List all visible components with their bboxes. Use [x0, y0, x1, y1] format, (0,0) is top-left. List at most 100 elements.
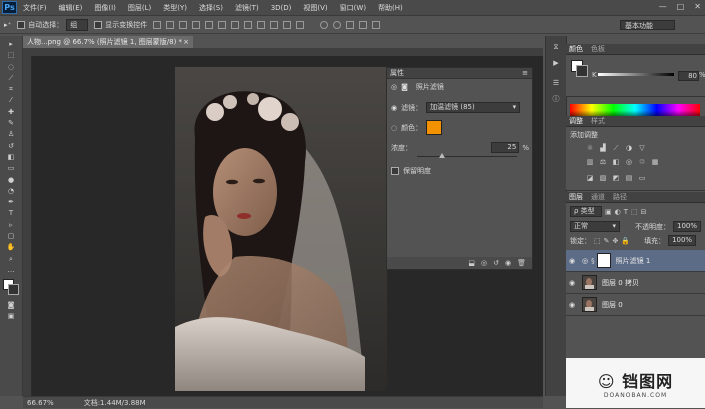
- preserve-luminosity-checkbox[interactable]: [391, 167, 399, 175]
- hand-tool-icon[interactable]: ✋: [4, 243, 18, 252]
- opacity-input[interactable]: 100%: [673, 221, 702, 232]
- channel-mixer-icon[interactable]: ♲: [638, 158, 646, 166]
- exposure-icon[interactable]: ◑: [625, 144, 633, 152]
- move-tool-icon[interactable]: ▸⁺: [4, 21, 11, 29]
- align-hcenter-icon[interactable]: [205, 20, 214, 29]
- menu-3d[interactable]: 3D(D): [265, 4, 298, 12]
- gradient-tool-icon[interactable]: ▭: [4, 164, 18, 173]
- distribute-right-icon[interactable]: [296, 20, 305, 29]
- brightness-icon[interactable]: ☼: [586, 144, 594, 152]
- selective-color-icon[interactable]: ▤: [625, 174, 633, 182]
- color-radio[interactable]: ○: [391, 124, 397, 132]
- blur-tool-icon[interactable]: ●: [4, 176, 18, 185]
- clone-stamp-tool-icon[interactable]: ♙: [4, 130, 18, 139]
- view-previous-icon[interactable]: ◎: [481, 259, 487, 267]
- threshold-icon[interactable]: ◩: [612, 174, 620, 182]
- tab-paths[interactable]: 路径: [613, 192, 627, 202]
- background-color-box[interactable]: [576, 65, 588, 77]
- clip-to-layer-icon[interactable]: ⬓: [468, 259, 475, 267]
- density-slider-thumb[interactable]: [439, 153, 445, 158]
- density-input[interactable]: 25: [491, 142, 520, 153]
- hue-saturation-icon[interactable]: ▥: [586, 158, 594, 166]
- show-transform-control[interactable]: 显示变换控件: [94, 20, 147, 30]
- menu-layer[interactable]: 图层(L): [122, 3, 157, 13]
- workspace-dropdown[interactable]: 基本功能: [620, 20, 675, 30]
- lasso-tool-icon[interactable]: ◌: [4, 63, 18, 72]
- vibrance-icon[interactable]: ▽: [638, 144, 646, 152]
- posterize-icon[interactable]: ▨: [599, 174, 607, 182]
- close-document-icon[interactable]: ×: [183, 36, 189, 48]
- close-button[interactable]: ✕: [694, 2, 701, 11]
- history-brush-tool-icon[interactable]: ↺: [4, 142, 18, 151]
- healing-brush-tool-icon[interactable]: ✚: [4, 108, 18, 117]
- background-color-swatch[interactable]: [8, 283, 19, 295]
- brush-tool-icon[interactable]: ✎: [4, 119, 18, 128]
- eye-icon[interactable]: ◉: [566, 257, 578, 265]
- screen-mode-icon[interactable]: ▣: [4, 312, 18, 321]
- menu-file[interactable]: 文件(F): [17, 3, 53, 13]
- align-right-icon[interactable]: [218, 20, 227, 29]
- history-icon[interactable]: ⧖: [550, 42, 562, 52]
- align-bottom-icon[interactable]: [179, 20, 188, 29]
- layer-row[interactable]: ◉ ◎ § 照片滤镜 1: [566, 250, 705, 272]
- layer-row[interactable]: ◉ 图层 0: [566, 294, 705, 316]
- tab-adjustments[interactable]: 调整: [569, 116, 583, 126]
- menu-filter[interactable]: 滤镜(T): [229, 3, 265, 13]
- align-vcenter-icon[interactable]: [166, 20, 175, 29]
- color-balance-icon[interactable]: ⚖: [599, 158, 607, 166]
- 3d-scale-icon[interactable]: [372, 20, 381, 29]
- menu-edit[interactable]: 编辑(E): [53, 3, 89, 13]
- properties-icon[interactable]: ☰: [550, 78, 562, 88]
- lock-icons[interactable]: ⬚✎✥🔒: [594, 237, 633, 245]
- 3d-roll-icon[interactable]: [333, 20, 342, 29]
- color-swatches[interactable]: [3, 278, 19, 295]
- eye-icon[interactable]: ◉: [566, 301, 578, 309]
- filter-icons[interactable]: ▣◐T⬚⊟: [605, 208, 649, 216]
- density-slider-track[interactable]: [417, 156, 517, 157]
- properties-panel-header[interactable]: 属性 ≡: [387, 68, 532, 79]
- align-left-icon[interactable]: [192, 20, 201, 29]
- mask-icon[interactable]: ◙: [401, 83, 408, 91]
- type-tool-icon[interactable]: T: [4, 209, 18, 218]
- quick-select-tool-icon[interactable]: ⟋: [4, 74, 18, 83]
- blend-mode-dropdown[interactable]: 正常 ▾: [570, 221, 620, 232]
- reset-icon[interactable]: ↺: [493, 259, 499, 267]
- zoom-level[interactable]: 66.67%: [27, 397, 54, 408]
- more-tools-icon[interactable]: …: [4, 266, 18, 275]
- color-lookup-icon[interactable]: ▦: [651, 158, 659, 166]
- fill-input[interactable]: 100%: [668, 235, 697, 246]
- menu-help[interactable]: 帮助(H): [372, 3, 409, 13]
- tab-channels[interactable]: 通道: [591, 192, 605, 202]
- layer-kind-dropdown[interactable]: ρ 类型: [570, 206, 602, 217]
- tab-swatches[interactable]: 色板: [591, 44, 605, 54]
- distribute-vcenter-icon[interactable]: [244, 20, 253, 29]
- visibility-icon[interactable]: ◉: [505, 259, 511, 267]
- dodge-tool-icon[interactable]: ◔: [4, 187, 18, 196]
- quick-mask-icon[interactable]: ◙: [4, 301, 18, 310]
- menu-view[interactable]: 视图(V): [297, 3, 333, 13]
- eraser-tool-icon[interactable]: ◧: [4, 153, 18, 162]
- menu-type[interactable]: 类型(Y): [157, 3, 193, 13]
- distribute-hcenter-icon[interactable]: [283, 20, 292, 29]
- 3d-slide-icon[interactable]: [359, 20, 368, 29]
- chain-icon[interactable]: §: [591, 257, 595, 265]
- 3d-rotate-icon[interactable]: [320, 20, 329, 29]
- distribute-bottom-icon[interactable]: [257, 20, 266, 29]
- filter-radio[interactable]: ◉: [391, 104, 397, 112]
- preserve-luminosity-row[interactable]: 保留明度: [391, 166, 431, 176]
- document-image[interactable]: [175, 67, 387, 391]
- levels-icon[interactable]: ▟: [599, 144, 607, 152]
- marquee-tool-icon[interactable]: ⬚: [4, 51, 18, 60]
- eyedropper-tool-icon[interactable]: ⁄: [4, 96, 18, 105]
- crop-tool-icon[interactable]: ⌗: [4, 85, 18, 94]
- auto-select-control[interactable]: 自动选择： 组: [17, 18, 89, 31]
- gradient-map-icon[interactable]: ▭: [638, 174, 646, 182]
- delete-icon[interactable]: 🗑: [517, 259, 526, 267]
- eye-icon[interactable]: ◉: [566, 279, 578, 287]
- panel-menu-icon[interactable]: ≡: [522, 69, 528, 77]
- pen-tool-icon[interactable]: ✒: [4, 198, 18, 207]
- 3d-pan-icon[interactable]: [346, 20, 355, 29]
- menu-window[interactable]: 窗口(W): [334, 3, 372, 13]
- invert-icon[interactable]: ◪: [586, 174, 594, 182]
- tab-color[interactable]: 颜色: [569, 44, 583, 54]
